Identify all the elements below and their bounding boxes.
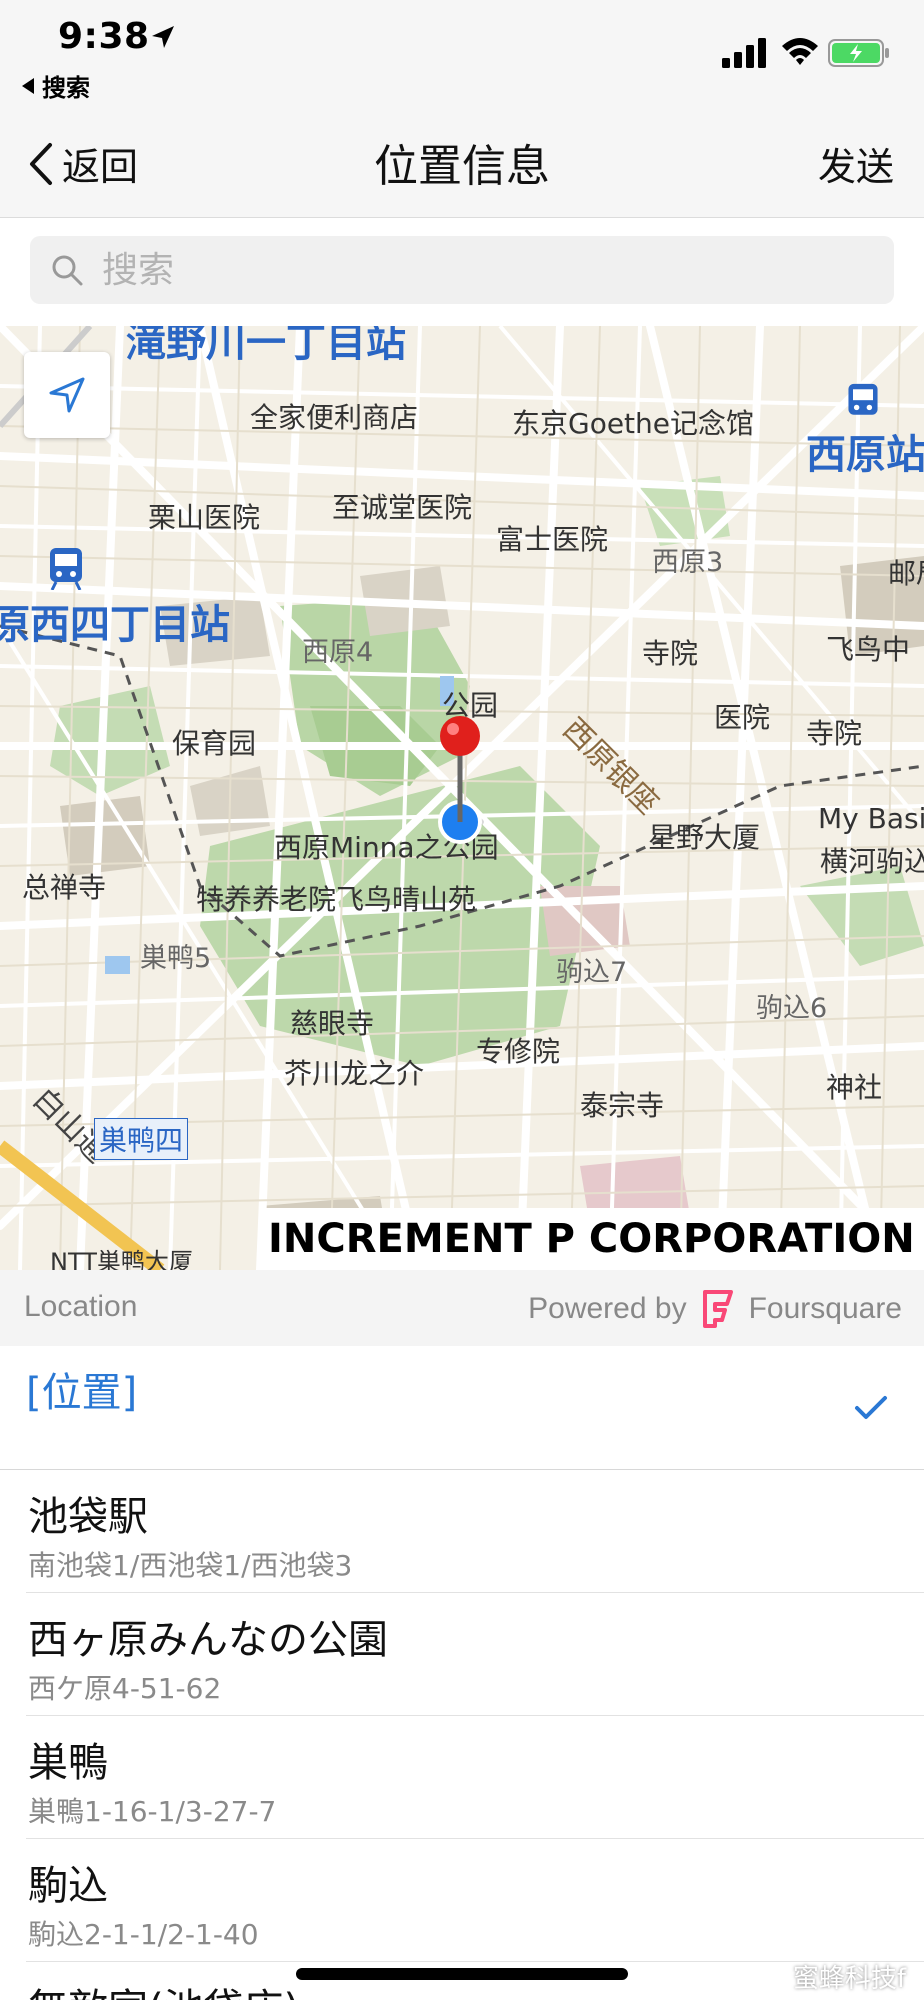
map-label-kuriyama: 栗山医院	[148, 501, 261, 534]
search-bar	[0, 218, 924, 326]
back-triangle-icon	[22, 77, 34, 94]
powered-by-label: Powered by	[528, 1292, 687, 1325]
map-label-temple-1: 寺院	[642, 637, 699, 670]
map-label-tokuyou: 特养养老院飞鸟晴山苑	[196, 883, 477, 916]
location-header-label: Location	[24, 1290, 138, 1323]
map-label-station-top: 滝野川一丁目站	[126, 326, 406, 366]
location-services-icon	[152, 26, 174, 48]
search-icon	[52, 255, 83, 286]
map-label-sozenji: 总禅寺	[22, 871, 107, 904]
map-label-hospital: 医院	[714, 701, 771, 734]
location-section-header: Location Powered by Foursquare	[0, 1270, 924, 1346]
checkmark-icon	[855, 1396, 887, 1419]
map-label-nishihara3: 西原3	[652, 547, 724, 578]
list-item-title: 駒込	[28, 1863, 108, 1909]
status-time: 9:38	[58, 16, 150, 57]
powered-by-foursquare: Powered by Foursquare	[528, 1290, 902, 1328]
map-label-fuji: 富士医院	[496, 523, 609, 556]
list-item-subtitle: 南池袋1/西池袋1/西池袋3	[28, 1549, 353, 1582]
home-indicator[interactable]	[296, 1968, 628, 1980]
map-label-asuka: 飞鸟中	[826, 633, 911, 666]
map-label-nishihara4chome-station: 原西四丁目站	[0, 602, 230, 648]
list-item[interactable]: 駒込 駒込2-1-1/2-1-40	[26, 1839, 924, 1962]
map-label-ntt: NTT巣鸭大厦	[50, 1248, 193, 1270]
page-title: 位置信息	[374, 141, 550, 192]
locate-me-button[interactable]	[24, 352, 110, 438]
map-label-senshuin: 专修院	[476, 1035, 561, 1068]
list-item-title: 巣鴨	[28, 1740, 108, 1786]
map-label-jigenji: 慈眼寺	[290, 1007, 375, 1040]
map-copyright: INCREMENT P CORPORATION	[262, 1208, 924, 1270]
search-field[interactable]	[30, 236, 894, 304]
map-label-post: 邮局	[888, 557, 924, 590]
list-item-title: 池袋駅	[28, 1494, 148, 1540]
list-item-title: 無敵家(池袋店)	[28, 1976, 299, 2000]
map-label-komagome7: 驹込7	[556, 957, 628, 988]
location-list: [位置] 池袋駅 南池袋1/西池袋1/西池袋3 西ヶ原みんなの公園 西ケ原4-5…	[0, 1346, 924, 2000]
map-label-family-mart: 全家便利商店	[250, 401, 419, 434]
watermark: 蜜蜂科技f	[754, 1958, 906, 1995]
train-station-icon-2	[848, 383, 878, 415]
map-label-sugamo4: 巣鸭四	[94, 1118, 189, 1160]
map-label-komagome6: 驹込6	[756, 993, 828, 1024]
list-item[interactable]: 西ヶ原みんなの公園 西ケ原4-51-62	[26, 1593, 924, 1716]
map-label-shiseido: 至诚堂医院	[332, 491, 473, 524]
map-label-hoshino: 星野大厦	[648, 821, 761, 854]
send-button[interactable]: 发送	[818, 136, 894, 191]
map-label-akutagawa: 芥川龙之介	[284, 1057, 425, 1090]
list-item-subtitle: 西ケ原4-51-62	[28, 1672, 222, 1705]
foursquare-label: Foursquare	[748, 1292, 902, 1325]
map-label-nishihara-station: 西原站	[806, 432, 924, 478]
back-to-app-link[interactable]: 搜索	[22, 68, 90, 103]
map-label-jinja: 神社	[826, 1071, 883, 1104]
map-label-taisoji: 泰宗寺	[580, 1089, 665, 1122]
map-label-hoikuen: 保育园	[172, 727, 257, 760]
cellular-signal-icon	[722, 38, 766, 68]
navigation-bar: 返回 位置信息 发送	[0, 100, 924, 218]
wechat-icon	[754, 1964, 785, 1988]
map-label-sugamo5: 巣鸭5	[140, 943, 212, 974]
map-view[interactable]: 滝野川一丁目站 全家便利商店 东京Goethe记念馆 西原站 栗山医院 至诚堂医…	[0, 326, 924, 1270]
search-input[interactable]	[102, 249, 862, 291]
status-bar: 9:38 搜索	[0, 0, 924, 103]
map-label-yokokawa: 横河驹込	[820, 845, 924, 878]
map-label-temple-2: 寺院	[806, 717, 863, 750]
list-item[interactable]: 池袋駅 南池袋1/西池袋1/西池袋3	[26, 1470, 924, 1593]
foursquare-logo-icon	[702, 1290, 733, 1328]
map-label-nishihara4: 西原4	[302, 637, 374, 668]
current-location-title: [位置]	[26, 1370, 138, 1416]
battery-charging-icon	[828, 39, 889, 67]
list-item-subtitle: 駒込2-1-1/2-1-40	[28, 1918, 259, 1951]
location-pin-icon	[438, 716, 484, 844]
map-label-goethe: 东京Goethe记念馆	[512, 407, 755, 440]
list-item-title: 西ヶ原みんなの公園	[28, 1617, 388, 1663]
train-station-icon	[50, 548, 82, 590]
location-arrow-icon	[49, 377, 85, 413]
list-item-subtitle: 巣鴨1-16-1/3-27-7	[28, 1795, 277, 1828]
map-label-mybasic: My Basic	[818, 802, 924, 835]
wifi-icon	[782, 38, 818, 65]
back-app-label: 搜索	[42, 74, 90, 102]
list-item[interactable]: 巣鴨 巣鴨1-16-1/3-27-7	[26, 1716, 924, 1839]
list-item-current-location[interactable]: [位置]	[0, 1346, 924, 1470]
watermark-text: 蜜蜂科技f	[792, 1964, 906, 1994]
